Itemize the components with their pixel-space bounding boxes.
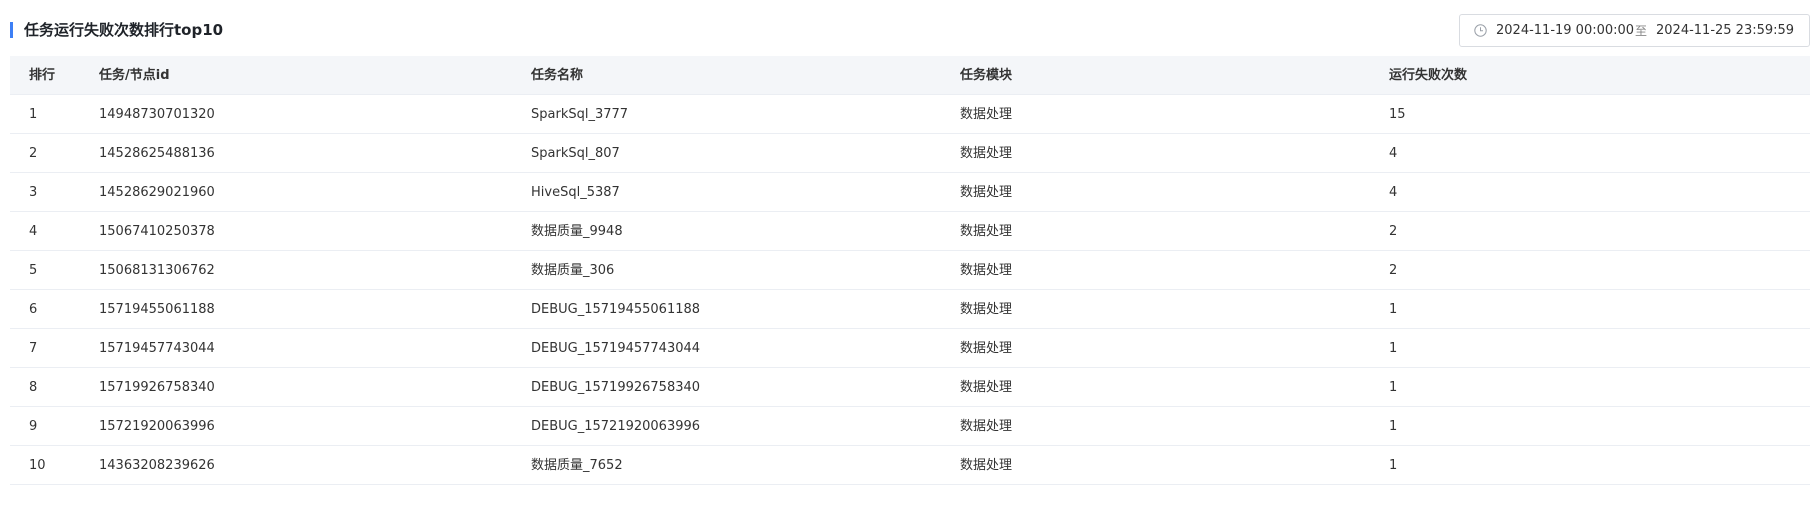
task-name-cell: HiveSql_5387 — [531, 185, 620, 200]
task-module-cell: 数据处理 — [960, 224, 1013, 239]
task-name-cell: 数据质量_7652 — [531, 458, 623, 473]
task-name-cell: DEBUG_15719457743044 — [531, 341, 701, 356]
rank-cell: 7 — [29, 341, 38, 356]
rank-cell: 8 — [29, 380, 38, 395]
column-header-task-module: 任务模块 — [960, 68, 1013, 83]
task-id-cell: 14528629021960 — [99, 185, 215, 200]
failure-ranking-panel: 任务运行失败次数排行top10 2024-11-19 00:00:00 至 20… — [0, 0, 1819, 505]
task-name-cell: 数据质量_306 — [531, 263, 615, 278]
rank-cell: 10 — [29, 458, 46, 473]
task-id-cell: 15721920063996 — [99, 419, 215, 434]
column-header-failure-count: 运行失败次数 — [1389, 68, 1468, 83]
rank-cell: 4 — [29, 224, 38, 239]
table-row[interactable]: 9 15721920063996 DEBUG_15721920063996 数据… — [10, 407, 1810, 446]
date-range-end[interactable]: 2024-11-25 23:59:59 — [1656, 23, 1794, 39]
task-name-cell: DEBUG_15719455061188 — [531, 302, 701, 317]
task-module-cell: 数据处理 — [960, 146, 1013, 161]
table-row[interactable]: 5 15068131306762 数据质量_306 数据处理 2 — [10, 251, 1810, 290]
failure-count-cell: 2 — [1389, 263, 1398, 278]
date-range-start[interactable]: 2024-11-19 00:00:00 — [1496, 23, 1634, 39]
table-row[interactable]: 10 14363208239626 数据质量_7652 数据处理 1 — [10, 446, 1810, 485]
task-module-cell: 数据处理 — [960, 458, 1013, 473]
failure-count-cell: 4 — [1389, 185, 1398, 200]
task-name-cell: SparkSql_807 — [531, 146, 620, 161]
rank-cell: 9 — [29, 419, 38, 434]
column-header-rank: 排行 — [29, 68, 56, 83]
task-module-cell: 数据处理 — [960, 380, 1013, 395]
task-name-cell: DEBUG_15719926758340 — [531, 380, 701, 395]
task-id-cell: 15719457743044 — [99, 341, 215, 356]
task-id-cell: 15067410250378 — [99, 224, 215, 239]
table-row[interactable]: 6 15719455061188 DEBUG_15719455061188 数据… — [10, 290, 1810, 329]
task-module-cell: 数据处理 — [960, 107, 1013, 122]
rank-cell: 3 — [29, 185, 38, 200]
table-row[interactable]: 7 15719457743044 DEBUG_15719457743044 数据… — [10, 329, 1810, 368]
task-id-cell: 15719455061188 — [99, 302, 215, 317]
task-name-cell: 数据质量_9948 — [531, 224, 623, 239]
failure-count-cell: 4 — [1389, 146, 1398, 161]
table-row[interactable]: 8 15719926758340 DEBUG_15719926758340 数据… — [10, 368, 1810, 407]
rank-cell: 6 — [29, 302, 38, 317]
panel-header: 任务运行失败次数排行top10 2024-11-19 00:00:00 至 20… — [10, 14, 1810, 54]
rank-cell: 2 — [29, 146, 38, 161]
failure-count-cell: 1 — [1389, 302, 1398, 317]
panel-title: 任务运行失败次数排行top10 — [24, 21, 224, 39]
task-id-cell: 14363208239626 — [99, 458, 215, 473]
title-accent-bar — [10, 22, 13, 38]
column-header-task-id: 任务/节点id — [99, 68, 170, 83]
failure-count-cell: 1 — [1389, 458, 1398, 473]
failure-count-cell: 1 — [1389, 380, 1398, 395]
failure-count-cell: 2 — [1389, 224, 1398, 239]
date-range-picker[interactable]: 2024-11-19 00:00:00 至 2024-11-25 23:59:5… — [1459, 14, 1810, 47]
table-row[interactable]: 4 15067410250378 数据质量_9948 数据处理 2 — [10, 212, 1810, 251]
task-module-cell: 数据处理 — [960, 302, 1013, 317]
table-row[interactable]: 3 14528629021960 HiveSql_5387 数据处理 4 — [10, 173, 1810, 212]
failure-count-cell: 15 — [1389, 107, 1406, 122]
column-header-task-name: 任务名称 — [531, 68, 584, 83]
task-module-cell: 数据处理 — [960, 419, 1013, 434]
table-header-row: 排行 任务/节点id 任务名称 任务模块 运行失败次数 — [10, 56, 1810, 95]
task-id-cell: 15719926758340 — [99, 380, 215, 395]
clock-icon — [1474, 24, 1487, 37]
task-id-cell: 14528625488136 — [99, 146, 215, 161]
table-row[interactable]: 2 14528625488136 SparkSql_807 数据处理 4 — [10, 134, 1810, 173]
rank-cell: 1 — [29, 107, 38, 122]
date-range-separator: 至 — [1635, 24, 1648, 38]
task-module-cell: 数据处理 — [960, 263, 1013, 278]
failure-count-cell: 1 — [1389, 419, 1398, 434]
task-name-cell: DEBUG_15721920063996 — [531, 419, 701, 434]
task-id-cell: 14948730701320 — [99, 107, 215, 122]
task-name-cell: SparkSql_3777 — [531, 107, 629, 122]
task-module-cell: 数据处理 — [960, 185, 1013, 200]
failure-count-cell: 1 — [1389, 341, 1398, 356]
task-module-cell: 数据处理 — [960, 341, 1013, 356]
task-id-cell: 15068131306762 — [99, 263, 215, 278]
table-row[interactable]: 1 14948730701320 SparkSql_3777 数据处理 15 — [10, 95, 1810, 134]
rank-cell: 5 — [29, 263, 38, 278]
failure-ranking-table: 排行 任务/节点id 任务名称 任务模块 运行失败次数 1 1494873070… — [10, 56, 1810, 485]
